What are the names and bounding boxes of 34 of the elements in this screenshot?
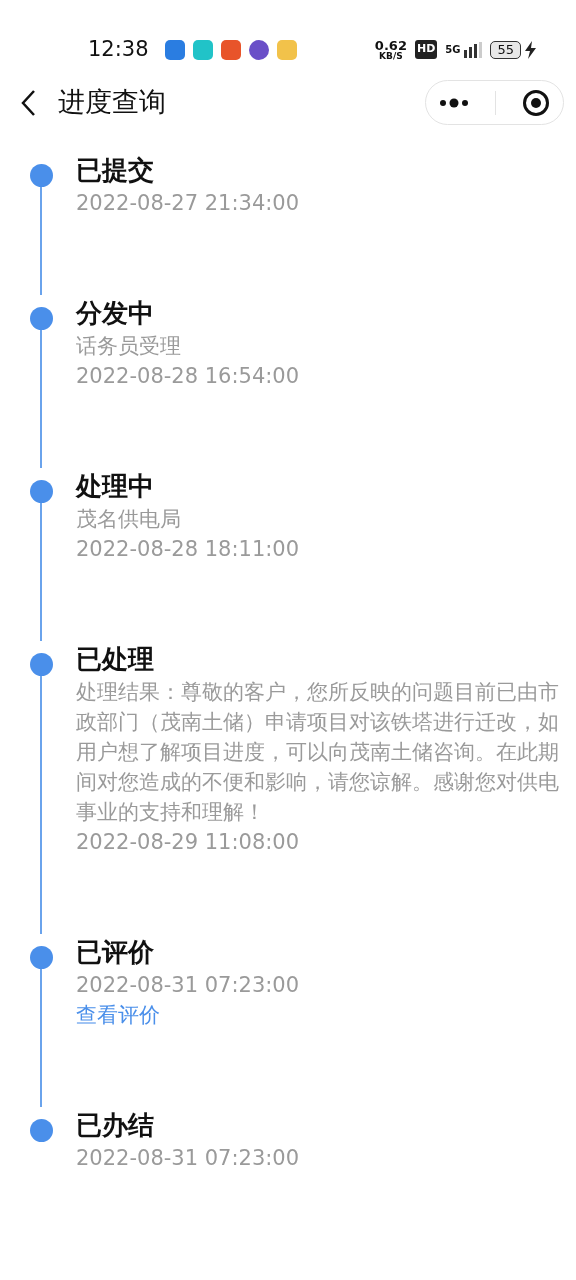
timeline-dot	[29, 480, 53, 503]
step-time: 2022-08-28 18:11:00	[76, 536, 301, 563]
step-detail: 茂名供电局	[76, 506, 182, 533]
step-time: 2022-08-29 11:08:00	[76, 829, 301, 856]
timeline-dot	[29, 946, 53, 969]
step-detail: 处理结果：尊敬的客户，您所反映的问题目前已由市政部门（茂南土储）申请项目对该铁塔进行迁改，如用户想了解项目进度，可以向茂南土储咨询。在此期间对您造成的不便和影响，请您谅解。感谢您对供电事业的支持和理解！	[76, 679, 560, 826]
signal-icon	[464, 41, 483, 58]
step-detail: 话务员受理	[76, 333, 182, 360]
close-icon[interactable]	[522, 88, 550, 117]
step-title: 已提交	[76, 154, 155, 187]
network-type: 5G	[445, 43, 461, 57]
step-time: 2022-08-31 07:23:00	[76, 1145, 301, 1172]
page-title: 进度查询	[58, 85, 167, 120]
step-title: 处理中	[76, 470, 155, 503]
step-title: 已办结	[76, 1109, 155, 1142]
back-icon[interactable]	[20, 88, 36, 117]
timeline-dot	[29, 653, 53, 676]
timeline-dot	[29, 1119, 53, 1142]
step-time: 2022-08-27 21:34:00	[76, 190, 301, 217]
step-title: 分发中	[76, 297, 155, 330]
charging-icon	[525, 40, 536, 59]
clock-time: 12:38	[88, 35, 149, 63]
step-time: 2022-08-28 16:54:00	[76, 363, 301, 390]
step-time: 2022-08-31 07:23:00	[76, 972, 301, 999]
timeline-dot	[29, 307, 53, 330]
timeline-dot	[29, 164, 53, 187]
more-icon[interactable]	[439, 96, 469, 109]
speed-unit: KB/S	[379, 51, 403, 61]
step-title: 已处理	[76, 643, 155, 676]
net-speed: 0.62	[374, 38, 407, 52]
hd-badge: HD	[414, 40, 438, 59]
step-title: 已评价	[76, 936, 155, 969]
view-review-link[interactable]: 查看评价	[76, 1000, 160, 1030]
battery-level: 55	[490, 40, 521, 59]
